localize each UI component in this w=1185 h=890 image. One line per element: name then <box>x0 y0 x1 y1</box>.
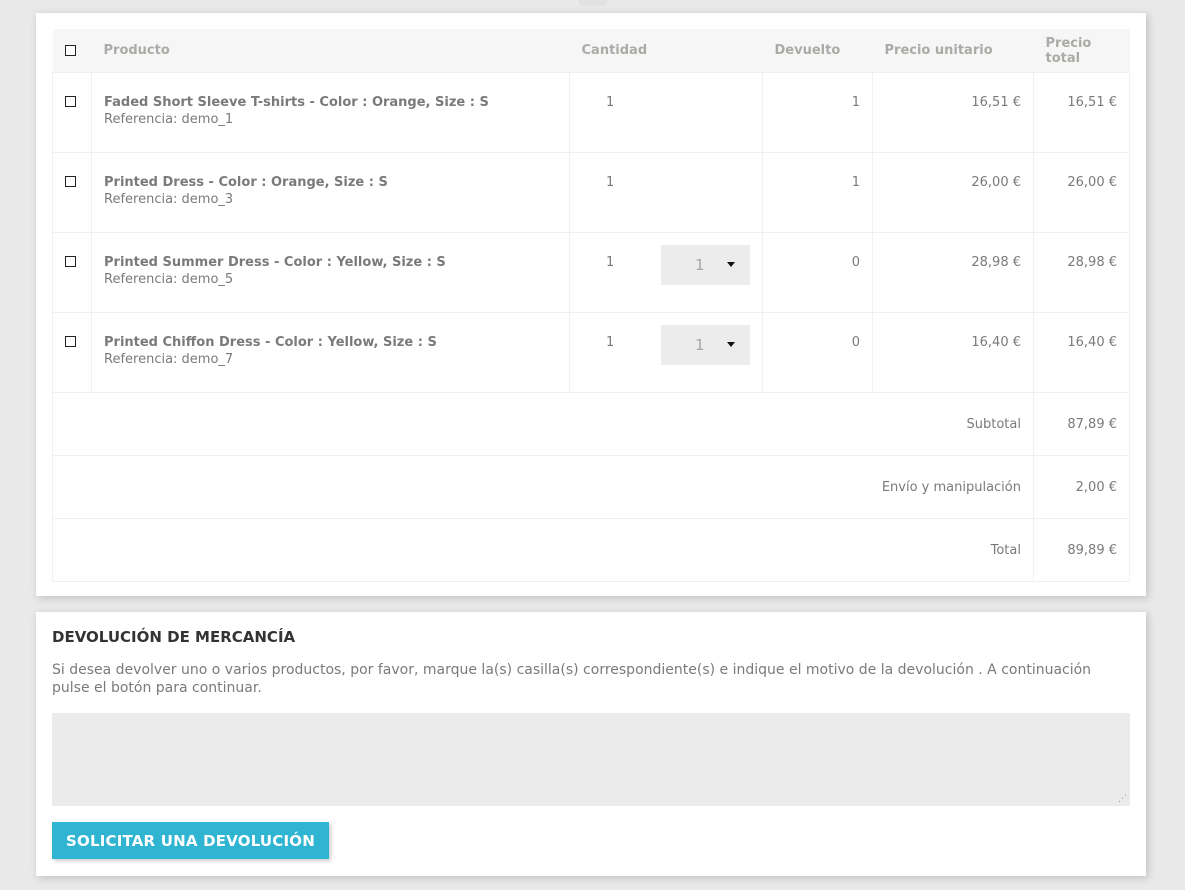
total-price-value: 16,40 € <box>1067 335 1117 350</box>
unit-price-value: 26,00 € <box>971 175 1021 190</box>
table-header-row: Producto Cantidad Devuelto Precio unitar… <box>52 29 1130 73</box>
returned-value: 1 <box>851 175 860 190</box>
total-price-cell: 26,00 € <box>1033 152 1130 233</box>
returned-cell: 1 <box>762 152 873 233</box>
unit-price-value: 16,51 € <box>971 95 1021 110</box>
total-price-cell: 16,40 € <box>1033 312 1130 393</box>
select-all-checkbox[interactable] <box>64 44 76 56</box>
returned-cell: 1 <box>762 72 873 153</box>
row-checkbox[interactable] <box>65 96 76 107</box>
chevron-down-icon <box>727 262 735 267</box>
returned-cell: 0 <box>762 312 873 393</box>
returned-value: 0 <box>851 335 860 350</box>
product-reference: Referencia: demo_7 <box>104 352 234 367</box>
product-name: Printed Chiffon Dress - Color : Yellow, … <box>104 335 437 350</box>
row-checkbox[interactable] <box>65 176 76 187</box>
shipping-row: Envío y manipulación 2,00 € <box>52 455 1130 519</box>
select-value: 1 <box>695 336 705 354</box>
product-reference: Referencia: demo_5 <box>104 272 234 287</box>
product-reference: Referencia: demo_3 <box>104 192 234 207</box>
order-products-table: Producto Cantidad Devuelto Precio unitar… <box>52 29 1130 582</box>
return-section-title: DEVOLUCIÓN DE MERCANCÍA <box>52 628 296 646</box>
table-row: Printed Summer Dress - Color : Yellow, S… <box>52 232 1130 313</box>
total-price-value: 26,00 € <box>1067 175 1117 190</box>
product-cell: Faded Short Sleeve T-shirts - Color : Or… <box>91 72 570 153</box>
total-label: Total <box>52 518 1034 582</box>
header-unit-price: Precio unitario <box>872 29 1034 73</box>
product-cell: Printed Summer Dress - Color : Yellow, S… <box>91 232 570 313</box>
quantity-value: 1 <box>606 255 615 270</box>
total-price-cell: 28,98 € <box>1033 232 1130 313</box>
header-quantity: Cantidad <box>569 29 763 73</box>
quantity-cell: 1 1 <box>569 312 763 393</box>
product-name: Printed Summer Dress - Color : Yellow, S… <box>104 255 446 270</box>
product-reference: Referencia: demo_1 <box>104 112 234 127</box>
request-return-button[interactable]: SOLICITAR UNA DEVOLUCIÓN <box>52 822 329 859</box>
total-price-value: 28,98 € <box>1067 255 1117 270</box>
table-row: Printed Chiffon Dress - Color : Yellow, … <box>52 312 1130 393</box>
row-checkbox-cell <box>52 72 92 153</box>
quantity-cell: 1 <box>569 152 763 233</box>
quantity-value: 1 <box>606 335 615 350</box>
quantity-cell: 1 1 <box>569 232 763 313</box>
merchandise-return-card: DEVOLUCIÓN DE MERCANCÍA Si desea devolve… <box>36 612 1146 876</box>
top-decoration <box>578 0 608 6</box>
return-instructions: Si desea devolver uno o varios productos… <box>52 662 1092 696</box>
return-quantity-select[interactable]: 1 <box>661 325 750 365</box>
unit-price-cell: 16,51 € <box>872 72 1034 153</box>
return-quantity-select[interactable]: 1 <box>661 245 750 285</box>
total-price-value: 16,51 € <box>1067 95 1117 110</box>
subtotal-row: Subtotal 87,89 € <box>52 392 1130 456</box>
total-row: Total 89,89 € <box>52 518 1130 582</box>
header-product: Producto <box>91 29 570 73</box>
quantity-cell: 1 <box>569 72 763 153</box>
subtotal-value: 87,89 € <box>1033 392 1130 456</box>
unit-price-value: 16,40 € <box>971 335 1021 350</box>
quantity-value: 1 <box>606 95 615 110</box>
returned-value: 1 <box>851 95 860 110</box>
unit-price-cell: 16,40 € <box>872 312 1034 393</box>
returned-value: 0 <box>851 255 860 270</box>
returned-cell: 0 <box>762 232 873 313</box>
table-row: Printed Dress - Color : Orange, Size : S… <box>52 152 1130 233</box>
row-checkbox[interactable] <box>65 256 76 267</box>
shipping-label: Envío y manipulación <box>52 455 1034 519</box>
select-all-cell <box>52 29 92 73</box>
row-checkbox-cell <box>52 312 92 393</box>
table-row: Faded Short Sleeve T-shirts - Color : Or… <box>52 72 1130 153</box>
select-value: 1 <box>695 256 705 274</box>
resize-grip-icon[interactable]: ⋰ <box>1118 794 1128 804</box>
header-returned: Devuelto <box>762 29 873 73</box>
total-price-cell: 16,51 € <box>1033 72 1130 153</box>
subtotal-label: Subtotal <box>52 392 1034 456</box>
row-checkbox-cell <box>52 232 92 313</box>
total-value: 89,89 € <box>1033 518 1130 582</box>
row-checkbox[interactable] <box>65 336 76 347</box>
return-reason-textarea[interactable] <box>52 713 1130 806</box>
unit-price-cell: 28,98 € <box>872 232 1034 313</box>
order-products-card: Producto Cantidad Devuelto Precio unitar… <box>36 13 1146 596</box>
product-name: Faded Short Sleeve T-shirts - Color : Or… <box>104 95 489 110</box>
product-cell: Printed Dress - Color : Orange, Size : S… <box>91 152 570 233</box>
header-total-price: Precio total <box>1033 29 1130 73</box>
unit-price-value: 28,98 € <box>971 255 1021 270</box>
shipping-value: 2,00 € <box>1033 455 1130 519</box>
quantity-value: 1 <box>606 175 615 190</box>
product-name: Printed Dress - Color : Orange, Size : S <box>104 175 388 190</box>
row-checkbox-cell <box>52 152 92 233</box>
unit-price-cell: 26,00 € <box>872 152 1034 233</box>
chevron-down-icon <box>727 342 735 347</box>
product-cell: Printed Chiffon Dress - Color : Yellow, … <box>91 312 570 393</box>
